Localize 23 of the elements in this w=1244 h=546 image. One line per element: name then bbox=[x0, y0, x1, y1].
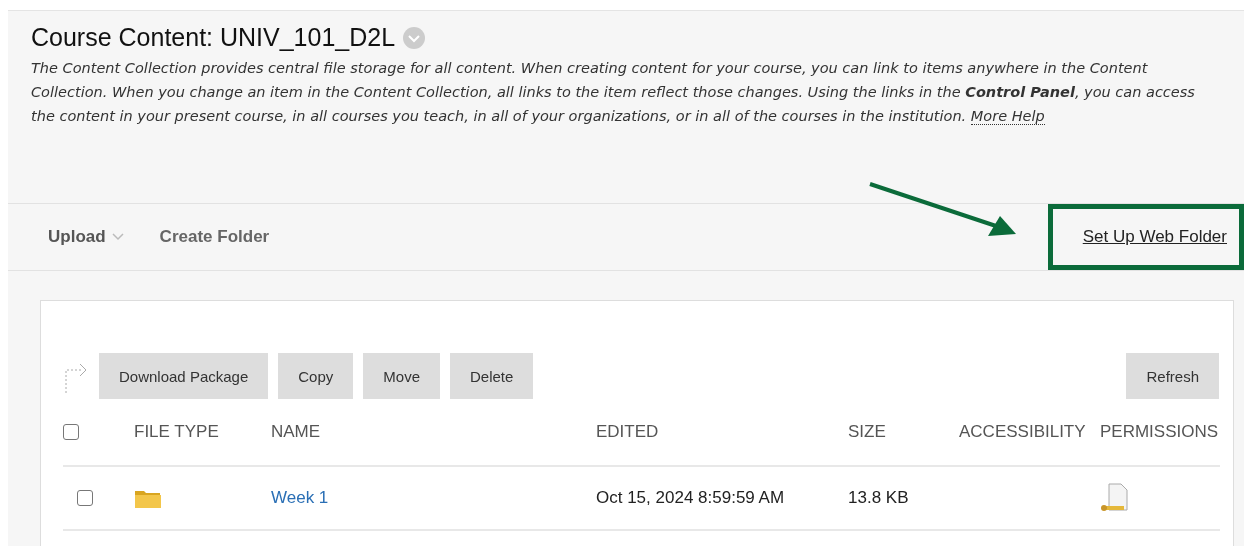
item-name-link[interactable]: Week 1 bbox=[271, 488, 329, 508]
select-all-checkbox[interactable] bbox=[63, 424, 79, 440]
edited-date: Oct 15, 2024 8:59:59 AM bbox=[596, 488, 785, 508]
column-header[interactable]: SIZE bbox=[848, 422, 886, 442]
action-button[interactable]: Download Package bbox=[99, 353, 269, 399]
file-size: 13.8 KB bbox=[848, 488, 909, 508]
row-checkbox[interactable] bbox=[77, 490, 93, 506]
column-header[interactable]: ACCESSIBILITY bbox=[959, 422, 1086, 442]
description-text: The Content Collection provides central file storage for all content. When creating content for your course, you can link to items anywhere in the Content Collection. When you change an item in the Content Collection, all links to the item reflect those changes. Using the links in the Control Panel, you can access the content in your present course, in all courses you teach, in all of your organizations, or in all of the courses in the institution. More Help bbox=[31, 59, 1196, 127]
refresh-button[interactable]: Refresh bbox=[1126, 353, 1219, 399]
column-header[interactable]: FILE TYPE bbox=[134, 422, 219, 442]
upload-dropdown[interactable]: Upload bbox=[48, 219, 160, 255]
column-header[interactable]: NAME bbox=[271, 422, 321, 442]
action-button[interactable]: Delete bbox=[450, 353, 534, 399]
page-title: Course Content: UNIV_101_D2L bbox=[31, 23, 396, 52]
caret-icon bbox=[111, 233, 124, 241]
column-header[interactable]: EDITED bbox=[596, 422, 659, 442]
set-up-web-folder-link[interactable]: Set Up Web Folder bbox=[1082, 227, 1227, 247]
create-folder-button[interactable]: Create Folder bbox=[159, 219, 306, 255]
more-help-link[interactable]: More Help bbox=[970, 108, 1045, 125]
action-button[interactable]: Move bbox=[363, 353, 440, 399]
column-header[interactable]: PERMISSIONS bbox=[1100, 422, 1219, 442]
action-button[interactable]: Copy bbox=[278, 353, 354, 399]
